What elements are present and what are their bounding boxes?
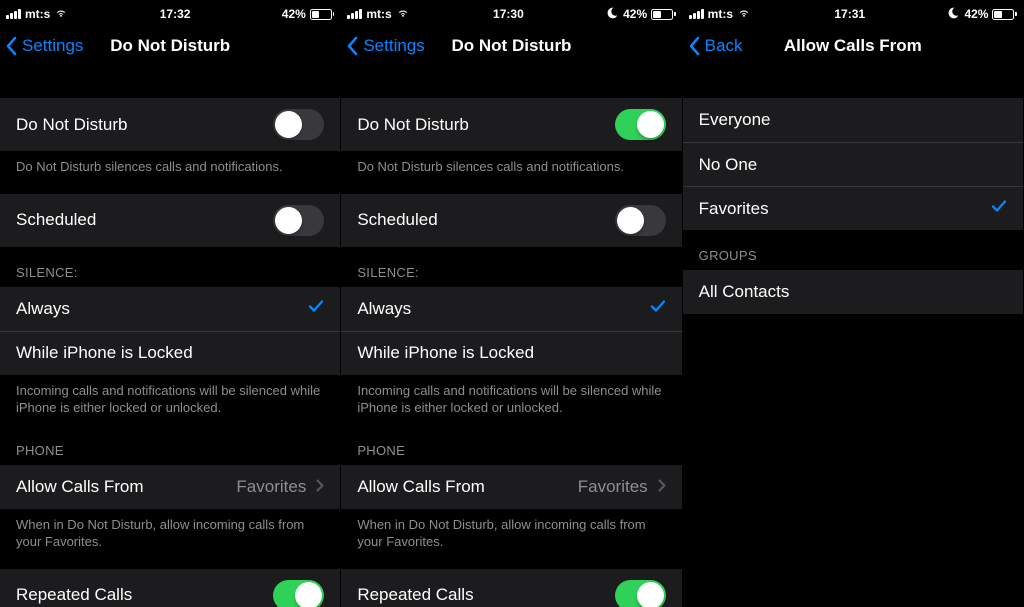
dnd-toggle[interactable]	[273, 109, 324, 140]
wifi-icon	[737, 7, 751, 21]
silence-always-row[interactable]: Always	[0, 287, 340, 331]
allow-option-favorites[interactable]: Favorites	[683, 186, 1023, 230]
back-button[interactable]: Settings	[341, 36, 424, 56]
back-label: Back	[705, 36, 743, 56]
silence-always-label: Always	[357, 299, 411, 319]
repeated-calls-label: Repeated Calls	[16, 585, 132, 605]
nav-bar: Back Allow Calls From	[683, 24, 1023, 68]
chevron-right-icon	[316, 477, 324, 497]
phone-header: PHONE	[341, 425, 681, 465]
silence-header: SILENCE:	[0, 247, 340, 287]
panel-2: mt:s 17:30 42% Settings Do Not Disturb D…	[341, 0, 682, 607]
status-bar: mt:s 17:31 42%	[683, 4, 1023, 24]
repeated-calls-row[interactable]: Repeated Calls	[341, 569, 681, 607]
phone-header: PHONE	[0, 425, 340, 465]
scheduled-toggle[interactable]	[615, 205, 666, 236]
allow-option-label: Favorites	[699, 199, 769, 219]
page-title: Allow Calls From	[784, 36, 922, 56]
status-bar: mt:s 17:30 42%	[341, 4, 681, 24]
moon-icon	[948, 7, 960, 22]
back-label: Settings	[363, 36, 424, 56]
scheduled-toggle-row[interactable]: Scheduled	[341, 194, 681, 247]
allow-calls-from-row[interactable]: Allow Calls From Favorites	[341, 465, 681, 509]
groups-header: GROUPS	[683, 230, 1023, 270]
allow-option-label: No One	[699, 155, 758, 175]
chevron-right-icon	[658, 477, 666, 497]
wifi-icon	[396, 7, 410, 21]
moon-icon	[607, 7, 619, 22]
battery-pct-label: 42%	[964, 7, 988, 21]
scheduled-label: Scheduled	[357, 210, 437, 230]
silence-always-row[interactable]: Always	[341, 287, 681, 331]
carrier-label: mt:s	[25, 7, 50, 21]
silence-always-label: Always	[16, 299, 70, 319]
check-icon	[308, 298, 324, 319]
allow-calls-label: Allow Calls From	[357, 477, 485, 497]
dnd-toggle-row[interactable]: Do Not Disturb	[0, 98, 340, 151]
scheduled-toggle-row[interactable]: Scheduled	[0, 194, 340, 247]
clock-label: 17:30	[493, 7, 524, 21]
signal-icon	[347, 9, 362, 19]
battery-pct-label: 42%	[623, 7, 647, 21]
clock-label: 17:31	[834, 7, 865, 21]
scheduled-toggle[interactable]	[273, 205, 324, 236]
silence-header: SILENCE:	[341, 247, 681, 287]
back-button[interactable]: Back	[683, 36, 743, 56]
repeated-calls-toggle[interactable]	[273, 580, 324, 607]
dnd-toggle[interactable]	[615, 109, 666, 140]
allow-option-label: Everyone	[699, 110, 771, 130]
dnd-footer: Do Not Disturb silences calls and notifi…	[0, 151, 340, 184]
back-button[interactable]: Settings	[0, 36, 83, 56]
battery-icon	[310, 9, 335, 20]
signal-icon	[689, 9, 704, 19]
panel-3: mt:s 17:31 42% Back Allow Calls From Eve…	[683, 0, 1024, 607]
battery-icon	[992, 9, 1017, 20]
carrier-label: mt:s	[366, 7, 391, 21]
silence-locked-row[interactable]: While iPhone is Locked	[0, 331, 340, 375]
silence-locked-label: While iPhone is Locked	[357, 343, 534, 363]
nav-bar: Settings Do Not Disturb	[0, 24, 340, 68]
dnd-toggle-row[interactable]: Do Not Disturb	[341, 98, 681, 151]
repeated-calls-label: Repeated Calls	[357, 585, 473, 605]
check-icon	[650, 298, 666, 319]
group-option-all-contacts[interactable]: All Contacts	[683, 270, 1023, 314]
repeated-calls-row[interactable]: Repeated Calls	[0, 569, 340, 607]
dnd-footer: Do Not Disturb silences calls and notifi…	[341, 151, 681, 184]
clock-label: 17:32	[160, 7, 191, 21]
page-title: Do Not Disturb	[110, 36, 230, 56]
silence-locked-label: While iPhone is Locked	[16, 343, 193, 363]
allow-calls-footer: When in Do Not Disturb, allow incoming c…	[341, 509, 681, 559]
dnd-label: Do Not Disturb	[357, 115, 468, 135]
check-icon	[991, 198, 1007, 219]
battery-icon	[651, 9, 676, 20]
scheduled-label: Scheduled	[16, 210, 96, 230]
group-option-label: All Contacts	[699, 282, 790, 302]
carrier-label: mt:s	[708, 7, 733, 21]
repeated-calls-toggle[interactable]	[615, 580, 666, 607]
allow-calls-from-row[interactable]: Allow Calls From Favorites	[0, 465, 340, 509]
back-label: Settings	[22, 36, 83, 56]
allow-calls-value: Favorites	[578, 477, 648, 497]
dnd-label: Do Not Disturb	[16, 115, 127, 135]
panel-1: mt:s 17:32 42% Settings Do Not Disturb D…	[0, 0, 341, 607]
status-bar: mt:s 17:32 42%	[0, 4, 340, 24]
page-title: Do Not Disturb	[452, 36, 572, 56]
silence-footer: Incoming calls and notifications will be…	[0, 375, 340, 425]
wifi-icon	[54, 7, 68, 21]
allow-calls-label: Allow Calls From	[16, 477, 144, 497]
nav-bar: Settings Do Not Disturb	[341, 24, 681, 68]
silence-footer: Incoming calls and notifications will be…	[341, 375, 681, 425]
battery-pct-label: 42%	[282, 7, 306, 21]
allow-calls-value: Favorites	[236, 477, 306, 497]
allow-calls-footer: When in Do Not Disturb, allow incoming c…	[0, 509, 340, 559]
silence-locked-row[interactable]: While iPhone is Locked	[341, 331, 681, 375]
allow-option-noone[interactable]: No One	[683, 142, 1023, 186]
allow-option-everyone[interactable]: Everyone	[683, 98, 1023, 142]
signal-icon	[6, 9, 21, 19]
